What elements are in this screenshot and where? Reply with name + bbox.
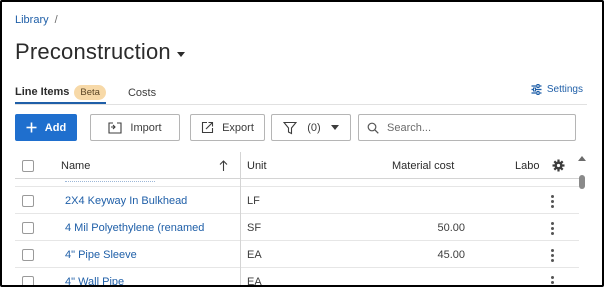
- scroll-up-arrow-icon[interactable]: [578, 156, 586, 161]
- gear-icon[interactable]: [552, 152, 565, 179]
- row-actions-cell: [551, 215, 554, 241]
- sort-arrow-up-icon[interactable]: [219, 152, 228, 179]
- filter-button[interactable]: (0): [271, 114, 351, 141]
- filter-icon: [283, 121, 298, 134]
- breadcrumb: Library /: [15, 14, 58, 26]
- breadcrumb-library-link[interactable]: Library: [15, 14, 49, 26]
- select-all-checkbox[interactable]: [22, 159, 34, 172]
- tab-costs-label: Costs: [127, 87, 157, 99]
- column-header-name[interactable]: Name: [61, 152, 90, 179]
- column-header-material-cost[interactable]: Material cost: [392, 152, 454, 179]
- filter-count: (0): [307, 121, 321, 134]
- beta-badge: Beta: [74, 84, 106, 100]
- kebab-menu-icon[interactable]: [551, 221, 554, 235]
- tab-costs[interactable]: Costs: [128, 82, 156, 104]
- search-input[interactable]: Search...: [358, 114, 576, 141]
- chevron-down-icon: [330, 125, 339, 130]
- app-window: Library / Preconstruction Line Items Bet…: [0, 0, 604, 287]
- row-checkbox-cell: [22, 215, 34, 241]
- search-icon: [367, 122, 379, 134]
- column-divider: [240, 152, 241, 285]
- table-header: Name Unit Material cost Labo: [15, 152, 579, 179]
- table-row[interactable]: 4 Mil Polyethylene (renamed SF 50.00: [15, 215, 579, 241]
- search-placeholder: Search...: [387, 121, 432, 134]
- row-checkbox-cell: [22, 188, 34, 214]
- row-material-cost: [395, 188, 465, 214]
- kebab-menu-icon[interactable]: [551, 248, 554, 262]
- add-label: Add: [44, 121, 67, 134]
- breadcrumb-separator: /: [54, 14, 58, 26]
- row-unit: LF: [247, 195, 260, 207]
- row-checkbox[interactable]: [22, 195, 34, 207]
- column-header-labor[interactable]: Labo: [515, 152, 539, 179]
- line-items-table: Name Unit Material cost Labo 2X4 Keyway …: [15, 152, 579, 287]
- page-title-dropdown[interactable]: Preconstruction: [15, 39, 185, 65]
- scrollbar-thumb[interactable]: [579, 175, 585, 189]
- tab-line-items[interactable]: Line Items Beta: [15, 82, 106, 104]
- row-unit: EA: [247, 249, 262, 261]
- row-name-link[interactable]: 4 Mil Polyethylene (renamed: [65, 215, 237, 241]
- settings-button[interactable]: Settings: [531, 84, 583, 95]
- row-name-link[interactable]: 4" Wall Pipe: [65, 269, 237, 285]
- export-label: Export: [222, 121, 254, 134]
- row-material-cost: 45.00: [437, 249, 465, 261]
- table-row[interactable]: 2X4 Keyway In Bulkhead LF: [15, 188, 579, 214]
- row-checkbox[interactable]: [22, 222, 34, 234]
- plus-icon: [26, 122, 37, 133]
- row-checkbox[interactable]: [22, 249, 34, 261]
- row-actions-cell: [551, 269, 554, 286]
- settings-sliders-icon: [531, 84, 542, 95]
- table-row[interactable]: 4" Pipe Sleeve EA 45.00: [15, 242, 579, 268]
- kebab-menu-icon[interactable]: [551, 275, 554, 286]
- export-icon: [202, 121, 214, 134]
- kebab-menu-icon[interactable]: [551, 194, 554, 208]
- add-button[interactable]: Add: [15, 114, 77, 141]
- export-button[interactable]: Export: [190, 114, 265, 141]
- row-material-cost: 50.00: [437, 222, 465, 234]
- table-row-partial: [15, 179, 579, 187]
- settings-label: Settings: [546, 84, 583, 95]
- tab-divider: [15, 104, 587, 105]
- row-name-link[interactable]: 2X4 Keyway In Bulkhead: [65, 188, 237, 214]
- row-actions-cell: [551, 242, 554, 268]
- row-actions-cell: [551, 188, 554, 214]
- row-checkbox-cell: [22, 269, 34, 285]
- page-title: Preconstruction: [15, 39, 171, 64]
- clipped-row-text: [65, 179, 155, 182]
- row-unit: EA: [247, 276, 262, 287]
- column-header-unit[interactable]: Unit: [247, 152, 267, 179]
- select-all-cell: [22, 152, 34, 179]
- row-checkbox-cell: [22, 242, 34, 268]
- import-button[interactable]: Import: [90, 114, 180, 141]
- tab-line-items-label: Line Items: [15, 86, 70, 98]
- row-checkbox[interactable]: [22, 276, 34, 285]
- row-unit: SF: [247, 222, 262, 234]
- tab-bar: Line Items Beta Costs: [15, 82, 156, 104]
- row-material-cost: [395, 269, 465, 285]
- table-row[interactable]: 4" Wall Pipe EA: [15, 269, 579, 287]
- row-name-link[interactable]: 4" Pipe Sleeve: [65, 242, 237, 268]
- caret-down-icon: [176, 51, 185, 57]
- import-icon: [108, 121, 122, 134]
- import-label: Import: [130, 121, 162, 134]
- toolbar: Add Import Export (0) Search...: [15, 114, 576, 141]
- vertical-scrollbar[interactable]: [577, 152, 587, 285]
